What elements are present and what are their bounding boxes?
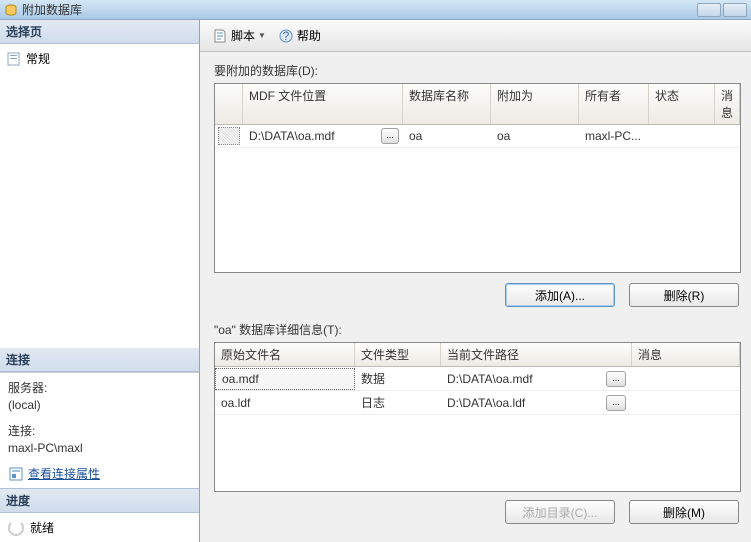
table-row[interactable]: oa.ldf 日志 D:\DATA\oa.ldf ...	[215, 391, 740, 415]
minimize-button[interactable]	[697, 3, 721, 17]
browse-button[interactable]: ...	[381, 128, 399, 144]
status-cell	[649, 133, 715, 139]
connection-panel: 服务器: (local) 连接: maxl-PC\maxl 查看连接属性	[0, 372, 199, 488]
sidebar: 选择页 常规 连接 服务器: (local) 连接: maxl-PC\maxl …	[0, 20, 200, 542]
properties-icon	[8, 466, 24, 482]
view-connection-props-link[interactable]: 查看连接属性	[28, 465, 100, 482]
message-cell	[715, 133, 740, 139]
col-owner[interactable]: 所有者	[579, 84, 649, 124]
progress-status-label: 就绪	[30, 519, 54, 536]
attach-grid-header: MDF 文件位置 数据库名称 附加为 所有者 状态 消息	[215, 84, 740, 125]
col-message[interactable]: 消息	[715, 84, 740, 124]
sidebar-item-general[interactable]: 常规	[2, 48, 197, 69]
table-row[interactable]: oa.mdf 数据 D:\DATA\oa.mdf ...	[215, 367, 740, 391]
col-details-message[interactable]: 消息	[632, 343, 740, 366]
progress-spinner-icon	[8, 520, 24, 536]
attach-db-label: 要附加的数据库(D):	[214, 62, 741, 79]
maximize-button[interactable]	[723, 3, 747, 17]
script-icon	[212, 28, 228, 44]
dbname-cell[interactable]: oa	[403, 126, 491, 146]
add-catalog-button: 添加目录(C)...	[505, 500, 615, 524]
sidebar-connection-header: 连接	[0, 348, 199, 372]
window-controls	[697, 3, 747, 17]
details-grid[interactable]: 原始文件名 文件类型 当前文件路径 消息 oa.mdf 数据 D:\DATA\o…	[214, 342, 741, 492]
window-title: 附加数据库	[22, 1, 82, 18]
details-message-cell	[632, 400, 740, 406]
col-attach-as[interactable]: 附加为	[491, 84, 579, 124]
connection-label: 连接:	[8, 422, 191, 439]
filetype-cell[interactable]: 日志	[355, 391, 441, 414]
delete-m-button[interactable]: 删除(M)	[629, 500, 739, 524]
col-file-type[interactable]: 文件类型	[355, 343, 441, 366]
browse-button[interactable]: ...	[606, 371, 626, 387]
mdf-path-cell[interactable]: D:\DATA\oa.mdf	[243, 126, 381, 146]
col-mdf-location[interactable]: MDF 文件位置	[243, 84, 403, 124]
details-message-cell	[632, 376, 740, 382]
toolbar: 脚本 ▼ ? 帮助	[200, 20, 751, 52]
details-label: "oa" 数据库详细信息(T):	[214, 321, 741, 338]
svg-text:?: ?	[283, 29, 290, 43]
sidebar-item-label: 常规	[26, 50, 50, 67]
remove-button[interactable]: 删除(R)	[629, 283, 739, 307]
chevron-down-icon: ▼	[258, 31, 266, 40]
col-status[interactable]: 状态	[649, 84, 715, 124]
content-area: 脚本 ▼ ? 帮助 要附加的数据库(D): MDF 文件位置 数据库名称 附加为…	[200, 20, 751, 542]
original-filename-cell[interactable]: oa.mdf	[215, 368, 355, 390]
help-label: 帮助	[297, 27, 321, 44]
help-button[interactable]: ? 帮助	[274, 25, 325, 46]
col-original-filename[interactable]: 原始文件名	[215, 343, 355, 366]
server-value: (local)	[8, 398, 191, 412]
col-db-name[interactable]: 数据库名称	[403, 84, 491, 124]
connection-value: maxl-PC\maxl	[8, 441, 191, 455]
owner-cell[interactable]: maxl-PC...	[579, 126, 649, 146]
script-label: 脚本	[231, 27, 255, 44]
help-icon: ?	[278, 28, 294, 44]
details-grid-header: 原始文件名 文件类型 当前文件路径 消息	[215, 343, 740, 367]
current-path-cell[interactable]: D:\DATA\oa.ldf	[441, 393, 606, 413]
attach-db-grid[interactable]: MDF 文件位置 数据库名称 附加为 所有者 状态 消息 D:\DATA\oa.…	[214, 83, 741, 273]
current-path-cell[interactable]: D:\DATA\oa.mdf	[441, 369, 606, 389]
progress-panel: 就绪	[0, 513, 199, 542]
script-button[interactable]: 脚本 ▼	[208, 25, 270, 46]
browse-button[interactable]: ...	[606, 395, 626, 411]
database-icon	[4, 3, 18, 17]
titlebar: 附加数据库	[0, 0, 751, 20]
table-row[interactable]: D:\DATA\oa.mdf ... oa oa maxl-PC...	[215, 125, 740, 148]
attachas-cell[interactable]: oa	[491, 126, 579, 146]
server-label: 服务器:	[8, 379, 191, 396]
add-button[interactable]: 添加(A)...	[505, 283, 615, 307]
sidebar-select-header: 选择页	[0, 20, 199, 44]
original-filename-cell[interactable]: oa.ldf	[215, 393, 355, 413]
sidebar-progress-header: 进度	[0, 488, 199, 513]
col-current-path[interactable]: 当前文件路径	[441, 343, 632, 366]
filetype-cell[interactable]: 数据	[355, 367, 441, 390]
page-icon	[6, 51, 22, 67]
row-handle[interactable]	[218, 127, 240, 145]
